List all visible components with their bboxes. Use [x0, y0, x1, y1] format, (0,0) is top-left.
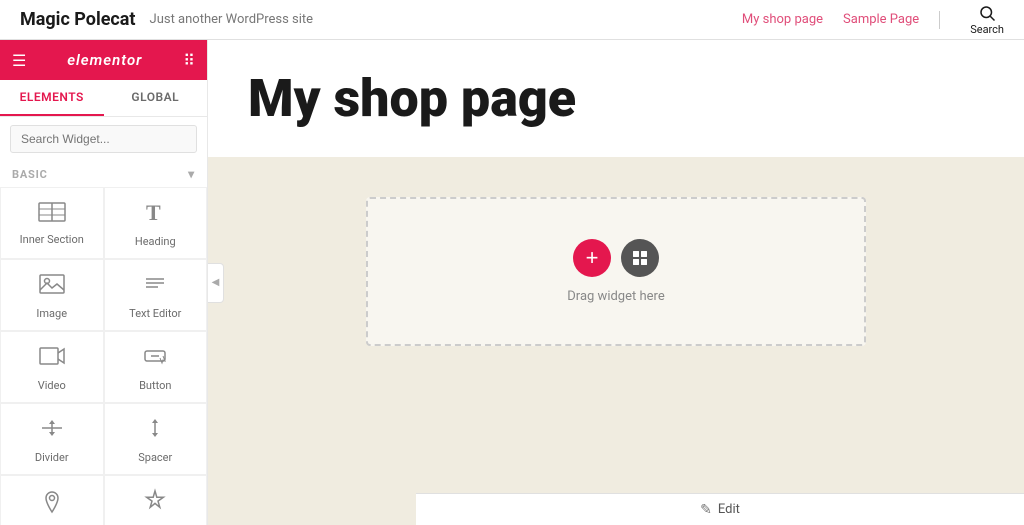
elementor-header: ☰ elementor ⠿	[0, 40, 207, 80]
panel-tabs: ELEMENTS GLOBAL	[0, 80, 207, 117]
panel-collapse-handle[interactable]: ◀	[208, 263, 224, 303]
apps-grid-icon[interactable]: ⠿	[183, 51, 195, 70]
nav-link-shop[interactable]: My shop page	[742, 12, 823, 27]
widget-button[interactable]: Button	[104, 331, 208, 403]
widget-spacer-label: Spacer	[138, 451, 172, 464]
icon-widget-icon	[141, 488, 169, 521]
wp-nav-links: My shop page Sample Page Search	[742, 4, 1004, 36]
add-grid-button[interactable]	[621, 239, 659, 277]
basic-section-label: BASIC	[12, 168, 48, 181]
google-maps-icon	[38, 488, 66, 521]
search-icon	[978, 4, 996, 22]
widget-divider[interactable]: Divider	[0, 403, 104, 475]
basic-section-header[interactable]: BASIC ▾	[0, 161, 207, 187]
heading-icon: T	[141, 200, 169, 229]
site-name: Magic Polecat	[20, 9, 136, 30]
drop-zone-text: Drag widget here	[567, 289, 664, 304]
add-section-button[interactable]: +	[573, 239, 611, 277]
widget-video[interactable]: Video	[0, 331, 104, 403]
nav-link-sample[interactable]: Sample Page	[843, 12, 919, 27]
hamburger-icon[interactable]: ☰	[12, 51, 26, 70]
grid-layout-icon	[632, 250, 648, 266]
widget-text-editor[interactable]: Text Editor	[104, 259, 208, 331]
widget-icon[interactable]: Icon	[104, 475, 208, 525]
widget-grid: Inner Section T Heading	[0, 187, 207, 525]
elementor-logo: elementor	[67, 51, 142, 69]
widget-divider-label: Divider	[35, 451, 69, 464]
page-title: My shop page	[248, 70, 984, 127]
elementor-panel: ☰ elementor ⠿ ELEMENTS GLOBAL BASIC ▾	[0, 40, 208, 525]
page-content-area: + Drag widget here	[208, 157, 1024, 457]
widget-heading-label: Heading	[135, 235, 176, 248]
search-button[interactable]: Search	[970, 4, 1004, 36]
widget-spacer[interactable]: Spacer	[104, 403, 208, 475]
text-editor-icon	[141, 272, 169, 301]
wp-nav-left: Magic Polecat Just another WordPress sit…	[20, 9, 742, 30]
collapse-chevron-icon: ◀	[212, 277, 220, 288]
widget-google-maps[interactable]: Google Maps	[0, 475, 104, 525]
widget-search-container	[0, 117, 207, 161]
drop-zone: + Drag widget here	[366, 197, 866, 346]
widget-text-editor-label: Text Editor	[129, 307, 181, 320]
svg-text:T: T	[146, 200, 161, 224]
edit-icon: ✎	[700, 502, 712, 518]
widget-image[interactable]: Image	[0, 259, 104, 331]
search-label: Search	[970, 23, 1004, 36]
widget-video-label: Video	[38, 379, 66, 392]
nav-divider	[939, 11, 940, 29]
tab-elements[interactable]: ELEMENTS	[0, 80, 104, 116]
button-icon	[141, 344, 169, 373]
widget-inner-section[interactable]: Inner Section	[0, 187, 104, 259]
edit-bar: ✎ Edit	[416, 493, 1024, 525]
image-icon	[38, 272, 66, 301]
edit-label: Edit	[718, 502, 740, 517]
site-tagline: Just another WordPress site	[150, 12, 314, 27]
divider-icon	[38, 416, 66, 445]
drop-zone-buttons: +	[573, 239, 659, 277]
basic-chevron-icon: ▾	[188, 167, 195, 181]
inner-section-icon	[38, 202, 66, 227]
widget-heading[interactable]: T Heading	[104, 187, 208, 259]
spacer-icon	[141, 416, 169, 445]
tab-global[interactable]: GLOBAL	[104, 80, 208, 116]
main-layout: ☰ elementor ⠿ ELEMENTS GLOBAL BASIC ▾	[0, 40, 1024, 525]
widget-button-label: Button	[139, 379, 171, 392]
wp-navbar: Magic Polecat Just another WordPress sit…	[0, 0, 1024, 40]
video-icon	[38, 344, 66, 373]
widget-image-label: Image	[36, 307, 67, 320]
widget-inner-section-label: Inner Section	[20, 233, 84, 246]
canvas-area: My shop page ◀ +	[208, 40, 1024, 525]
search-widget-input[interactable]	[10, 125, 197, 153]
page-header-area: My shop page	[208, 40, 1024, 157]
